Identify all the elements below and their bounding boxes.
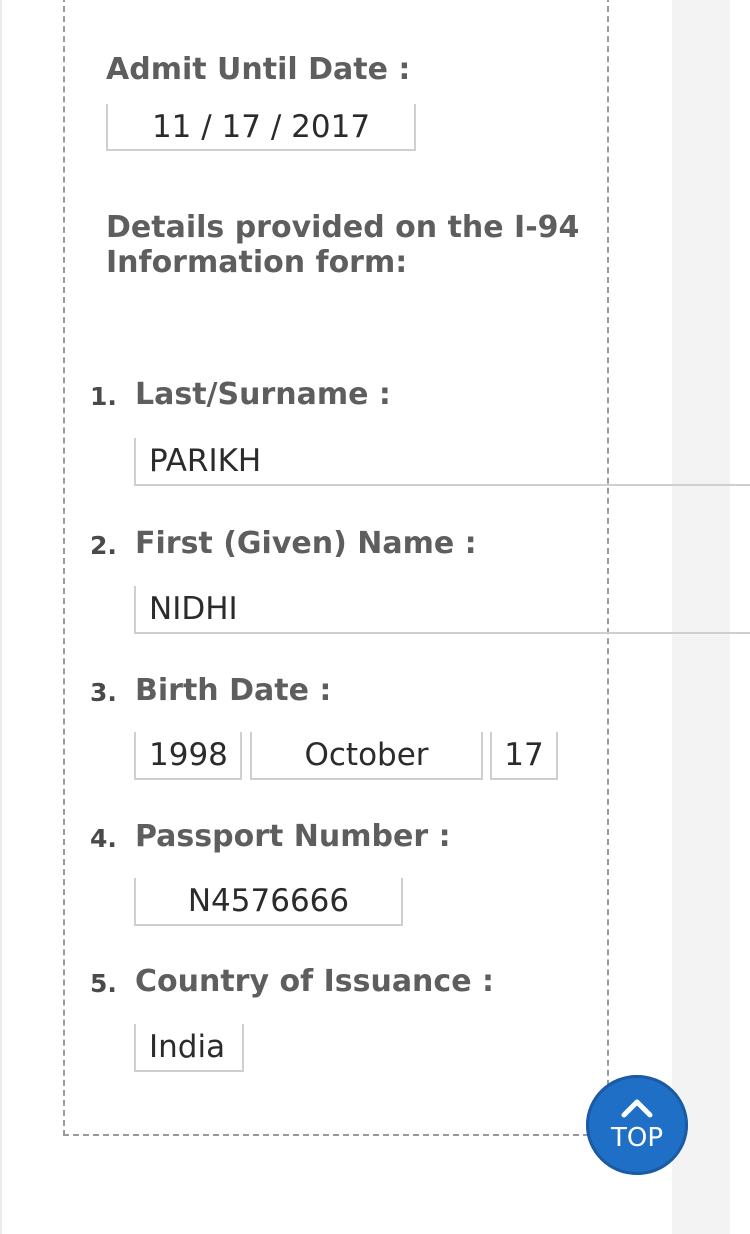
admit-until-date-field[interactable]: 11 / 17 / 2017 xyxy=(106,104,416,151)
first-given-name-field[interactable]: NIDHI xyxy=(134,586,750,634)
item-number-3: 3. xyxy=(90,678,117,707)
last-surname-label: Last/Surname : xyxy=(135,377,391,412)
country-of-issuance-label: Country of Issuance : xyxy=(135,964,494,999)
last-surname-field[interactable]: PARIKH xyxy=(134,438,750,486)
country-of-issuance-field[interactable]: India xyxy=(134,1024,244,1072)
birth-day-field[interactable]: 17 xyxy=(490,732,558,780)
left-gutter xyxy=(0,0,2,1234)
birth-year-field[interactable]: 1998 xyxy=(134,732,242,780)
chevron-up-icon xyxy=(621,1099,653,1118)
item-number-2: 2. xyxy=(90,531,117,560)
first-given-name-label: First (Given) Name : xyxy=(135,526,477,561)
item-number-5: 5. xyxy=(90,969,117,998)
page: Admit Until Date : 11 / 17 / 2017 Detail… xyxy=(0,0,750,1234)
item-number-4: 4. xyxy=(90,824,117,853)
item-number-1: 1. xyxy=(90,382,117,411)
section-heading-line2: Information form: xyxy=(106,245,408,280)
back-to-top-button[interactable]: TOP xyxy=(586,1075,688,1175)
passport-number-field[interactable]: N4576666 xyxy=(134,878,403,926)
admit-until-label: Admit Until Date : xyxy=(106,52,411,87)
top-button-label: TOP xyxy=(610,1123,664,1153)
passport-number-label: Passport Number : xyxy=(135,819,451,854)
birth-month-field[interactable]: October xyxy=(250,732,483,780)
birth-date-label: Birth Date : xyxy=(135,673,332,708)
section-heading-line1: Details provided on the I-94 xyxy=(106,210,580,245)
